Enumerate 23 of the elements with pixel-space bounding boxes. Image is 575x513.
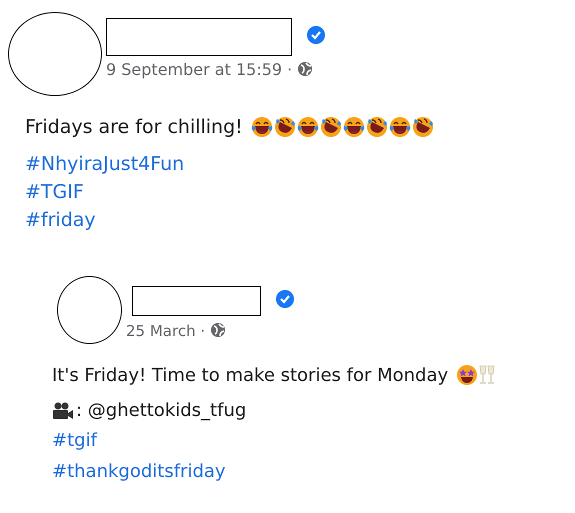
hashtag-link[interactable]: #thankgoditsfriday [52,456,226,487]
laughing-face-icon [388,116,411,138]
post-date[interactable]: 25 March · [126,322,295,340]
star-eyes-face-icon [456,364,478,386]
laughing-face-icon [342,116,365,138]
rolling-laughing-face-icon [320,116,342,138]
hashtag-link[interactable]: #friday [25,206,96,234]
globe-icon [210,322,226,338]
credit-text: : @ghettokids_tfug [76,400,246,421]
post-date[interactable]: 9 September at 15:59 · [106,60,326,79]
rolling-laughing-face-icon [366,116,388,138]
laughing-face-icon [250,116,273,138]
globe-icon [297,61,314,77]
post-text: It's Friday! Time to make stories for Monday [52,364,448,386]
post-text: Fridays are for chilling! [25,116,243,138]
hashtag-link[interactable]: #tgif [52,425,97,456]
movie-camera-icon [52,402,74,420]
rolling-laughing-face-icon [274,116,296,138]
rolling-laughing-face-icon [412,116,434,138]
laughing-face-icon [296,116,319,138]
hashtag-link[interactable]: #NhyiraJust4Fun [25,150,184,178]
toast-glasses-icon [479,364,496,386]
hashtag-link[interactable]: #TGIF [25,178,84,206]
